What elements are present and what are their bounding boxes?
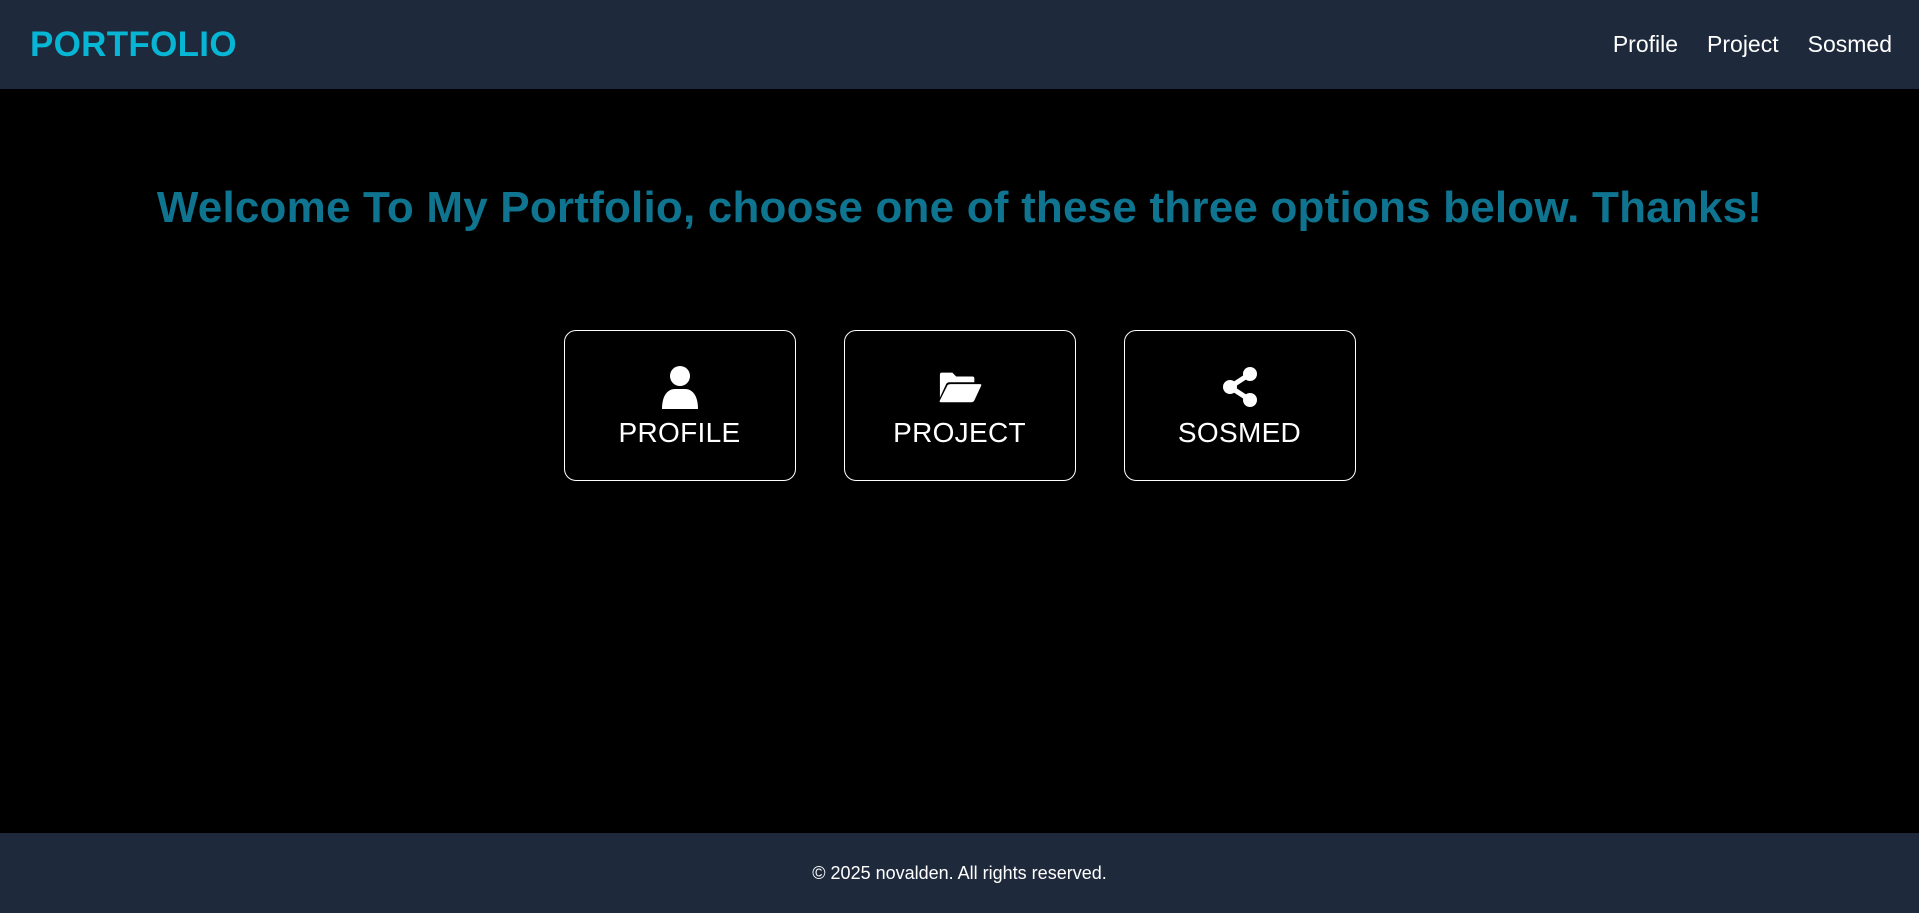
share-icon (1218, 365, 1262, 409)
project-card[interactable]: PROJECT (843, 330, 1076, 481)
sosmed-card[interactable]: SOSMED (1123, 330, 1356, 481)
user-icon (658, 365, 702, 409)
main-nav: Profile Project Sosmed (1613, 31, 1892, 58)
footer: © 2025 novalden. All rights reserved. (0, 833, 1919, 913)
profile-card-label: PROFILE (618, 416, 741, 448)
nav-link-sosmed[interactable]: Sosmed (1808, 31, 1892, 58)
page: PORTFOLIO Profile Project Sosmed Welcome… (0, 0, 1919, 913)
profile-card[interactable]: PROFILE (563, 330, 796, 481)
copyright-text: © 2025 novalden. All rights reserved. (812, 862, 1107, 883)
sosmed-card-label: SOSMED (1177, 416, 1302, 448)
nav-link-project[interactable]: Project (1707, 31, 1779, 58)
welcome-heading: Welcome To My Portfolio, choose one of t… (156, 183, 1763, 232)
main-content: Welcome To My Portfolio, choose one of t… (0, 89, 1919, 833)
project-card-label: PROJECT (893, 416, 1026, 448)
brand-logo[interactable]: PORTFOLIO (30, 25, 237, 65)
option-cards: PROFILE PROJECT SOSMED (563, 330, 1356, 481)
folder-open-icon (938, 365, 982, 409)
top-navbar: PORTFOLIO Profile Project Sosmed (0, 0, 1919, 89)
nav-link-profile[interactable]: Profile (1613, 31, 1678, 58)
